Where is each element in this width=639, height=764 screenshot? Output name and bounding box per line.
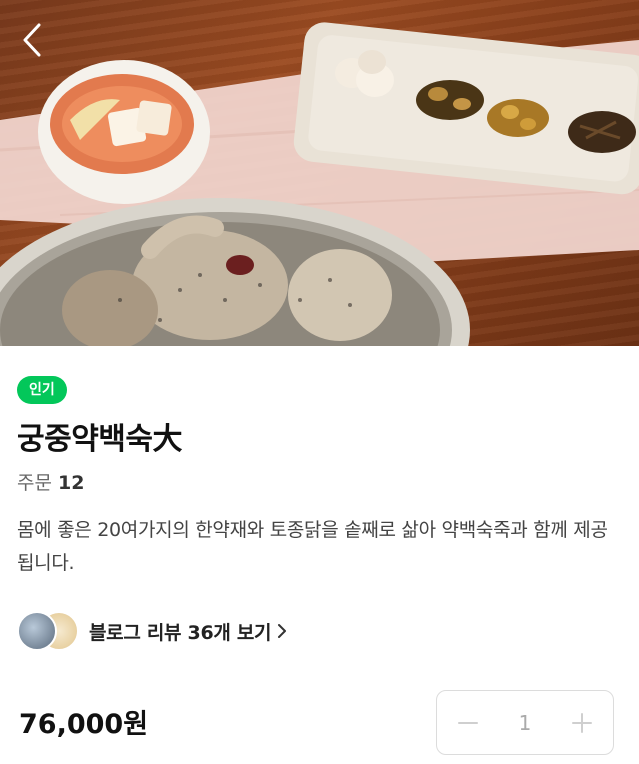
product-title: 궁중약백숙大 — [17, 422, 183, 457]
popular-badge: 인기 — [17, 376, 67, 404]
blog-review-link[interactable]: 블로그 리뷰 36개 보기 — [17, 608, 287, 654]
minus-icon — [458, 721, 478, 724]
avatar — [17, 611, 57, 651]
product-description: 몸에 좋은 20여가지의 한약재와 토종닭을 솥째로 삶아 약백숙죽과 함께 제… — [17, 519, 608, 574]
quantity-stepper: 1 — [436, 690, 614, 755]
reviewer-avatars — [17, 609, 81, 653]
plus-icon — [571, 712, 592, 733]
chevron-left-icon — [23, 23, 41, 57]
back-button[interactable] — [14, 18, 50, 62]
order-label: 주문 — [17, 472, 52, 494]
increase-quantity-button[interactable] — [567, 708, 597, 738]
chevron-right-icon — [277, 623, 287, 639]
blog-review-label: 블로그 리뷰 36개 보기 — [89, 621, 272, 644]
decrease-quantity-button[interactable] — [453, 708, 483, 738]
food-illustration — [0, 22, 639, 346]
quantity-value: 1 — [518, 710, 532, 735]
product-photo — [0, 0, 639, 346]
order-count: 12 — [57, 472, 85, 494]
order-count-row: 주문 12 — [17, 468, 84, 495]
product-price: 76,000원 — [19, 709, 149, 740]
